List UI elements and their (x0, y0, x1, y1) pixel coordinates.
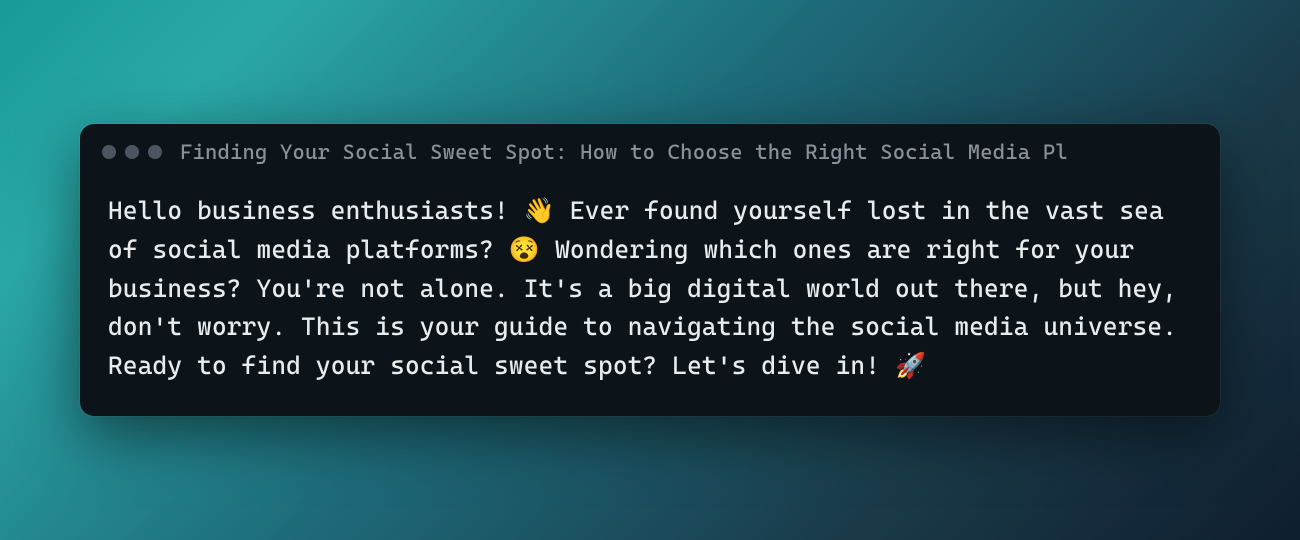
content-area: Hello business enthusiasts! 👋 Ever found… (80, 174, 1220, 416)
window-title: Finding Your Social Sweet Spot: How to C… (180, 140, 1068, 164)
minimize-icon[interactable] (125, 145, 139, 159)
titlebar: Finding Your Social Sweet Spot: How to C… (80, 124, 1220, 174)
window-frame: Finding Your Social Sweet Spot: How to C… (80, 124, 1220, 416)
maximize-icon[interactable] (148, 145, 162, 159)
traffic-lights (102, 145, 162, 159)
close-icon[interactable] (102, 145, 116, 159)
body-text: Hello business enthusiasts! 👋 Ever found… (108, 192, 1192, 386)
